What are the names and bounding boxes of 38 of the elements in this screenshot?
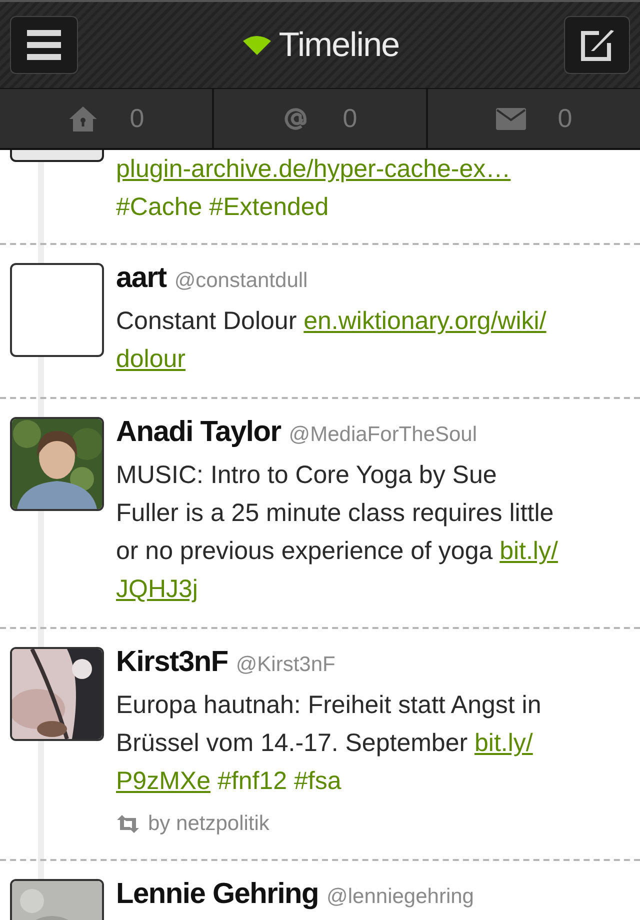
user-handle: @MediaForTheSoul — [288, 422, 478, 448]
tweet-text: Europa hautnah: Freiheit statt Angst in Brüssel vom 14.-17. September bit.ly/ P9zMXe #fnf12 #fsa — [116, 686, 542, 800]
compose-icon — [578, 27, 615, 63]
user-name[interactable]: Lennie Gehring — [116, 878, 319, 908]
retweet-attribution: by netzpolitik — [148, 811, 270, 837]
link[interactable]: dolour — [116, 345, 186, 373]
hashtag-link[interactable]: #Cache — [116, 188, 202, 226]
hashtag-link[interactable]: #fsa — [294, 762, 342, 800]
tab[interactable]: 0 — [212, 89, 426, 148]
menu-icon — [27, 29, 61, 61]
link[interactable]: bit.ly/ — [500, 537, 558, 565]
user-name[interactable]: aart — [116, 263, 166, 293]
tweet-text: Constant Dolour en.wiktionary.org/wiki/ dolour — [116, 306, 546, 375]
link[interactable]: en.wiktionary.org/wiki/ — [304, 307, 546, 335]
tab[interactable]: 0 — [426, 89, 640, 148]
user-name[interactable]: Anadi Taylor — [116, 417, 281, 447]
mail-icon — [496, 108, 526, 130]
link[interactable]: JQHJ3j — [116, 575, 198, 603]
signal-icon — [242, 35, 271, 55]
retweet-icon — [116, 814, 140, 833]
home-icon — [68, 104, 98, 134]
count: 0 — [130, 102, 144, 135]
count: 0 — [342, 102, 358, 135]
user-name[interactable]: Kirst3nF — [116, 647, 228, 677]
link[interactable]: P9zMXe — [116, 767, 210, 795]
hashtag-link[interactable]: #fnf12 — [217, 762, 287, 800]
tweet-text: MUSIC: Intro to Core Yoga by Sue Fuller is a 25 minute class requires little or no previous experience of yoga bit.ly/ JQHJ3j — [116, 460, 558, 605]
window-title: Timeline — [278, 24, 400, 66]
link[interactable]: bit.ly/ — [474, 729, 533, 757]
user-handle: @lenniegehring — [326, 884, 474, 910]
user-handle: @constantdull — [174, 268, 308, 294]
compose-button[interactable] — [564, 16, 630, 74]
tab[interactable]: 0 — [0, 89, 212, 148]
hashtag-link[interactable]: #Extended — [209, 188, 329, 226]
link[interactable]: plugin-archive.de/hyper-cache-ex… — [116, 155, 511, 183]
user-handle: @Kirst3nF — [236, 652, 336, 678]
menu-button[interactable] — [10, 16, 78, 74]
count: 0 — [558, 102, 572, 135]
